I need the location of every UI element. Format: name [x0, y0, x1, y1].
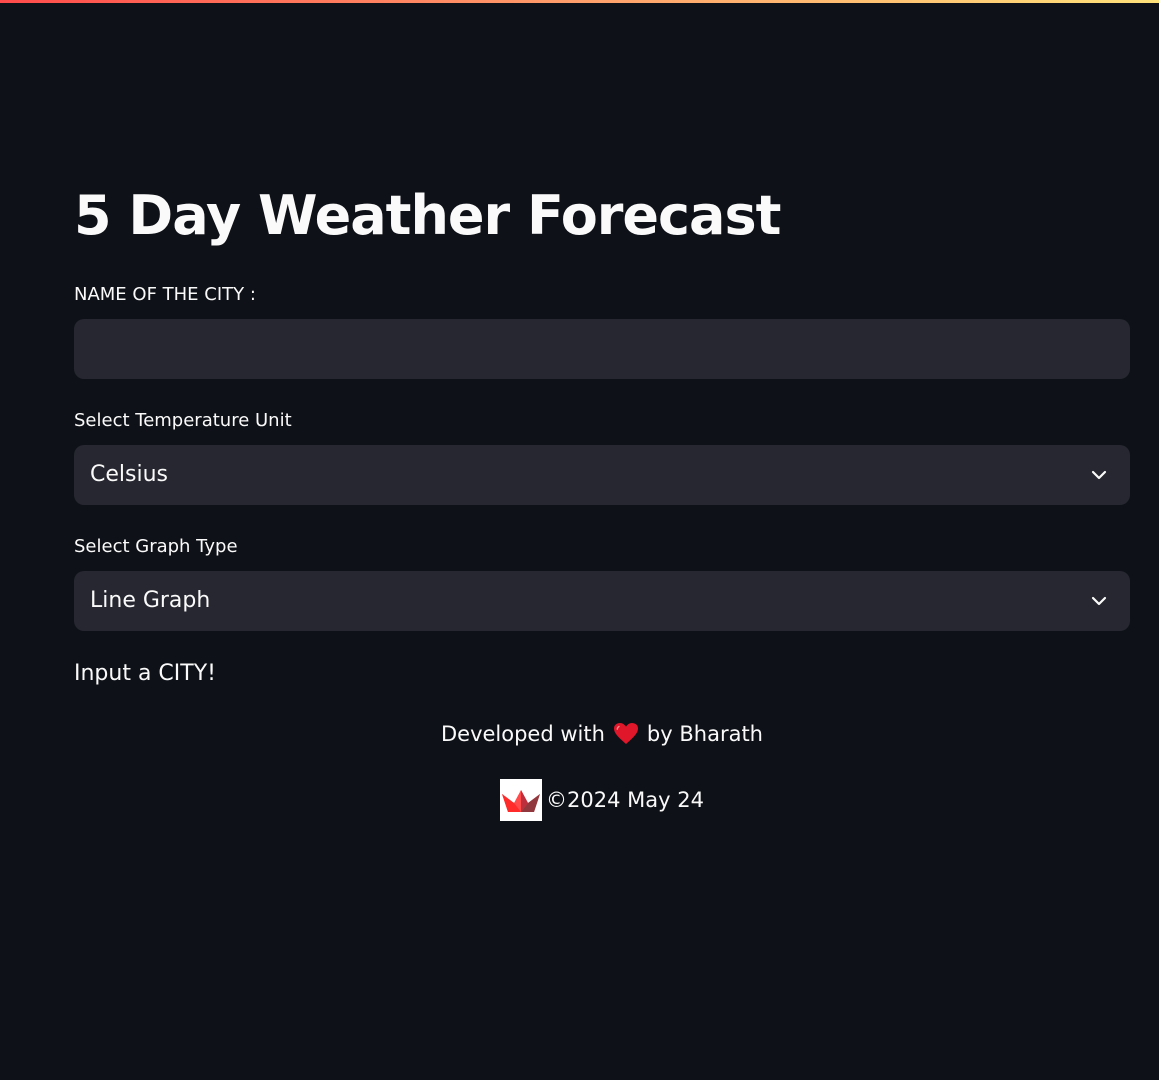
footer-copyright: ©2024 May 24 — [74, 779, 1130, 826]
graph-type-label: Select Graph Type — [74, 536, 238, 557]
page-title: 5 Day Weather Forecast — [74, 184, 781, 247]
city-input[interactable] — [74, 319, 1130, 379]
graph-type-selected: Line Graph — [90, 588, 211, 613]
city-input-container — [74, 319, 1130, 379]
temperature-unit-label: Select Temperature Unit — [74, 410, 292, 431]
temperature-unit-select[interactable]: Celsius — [74, 445, 1130, 505]
top-decoration-bar — [0, 0, 1159, 3]
footer-developed-suffix: by Bharath — [646, 722, 763, 746]
graph-type-select[interactable]: Line Graph — [74, 571, 1130, 631]
footer-copyright-text: ©2024 May 24 — [546, 788, 704, 812]
streamlit-logo-icon — [500, 779, 543, 821]
chevron-down-icon — [1091, 470, 1107, 480]
city-input-label: NAME OF THE CITY : — [74, 284, 256, 305]
chevron-down-icon — [1091, 596, 1107, 606]
footer-developed-prefix: Developed with — [440, 722, 605, 746]
status-message: Input a CITY! — [74, 661, 216, 686]
temperature-unit-selected: Celsius — [90, 462, 168, 487]
heart-icon — [613, 723, 638, 744]
footer-credit: Developed with by Bharath — [74, 722, 1130, 746]
